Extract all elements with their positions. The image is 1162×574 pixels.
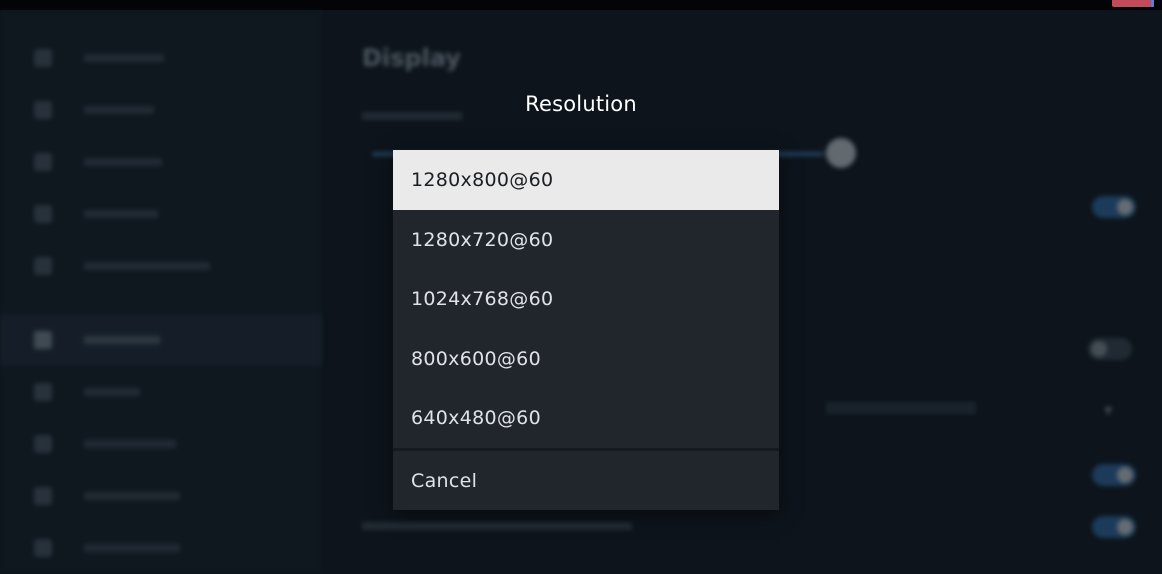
resolution-option[interactable]: 800x600@60 bbox=[393, 329, 779, 389]
setting-label-placeholder bbox=[362, 522, 632, 530]
sidebar-label-placeholder bbox=[84, 388, 140, 396]
toggle-switch bbox=[1092, 464, 1136, 486]
resolution-option-label: 640x480@60 bbox=[411, 407, 541, 429]
sidebar-label-placeholder bbox=[84, 492, 180, 500]
sidebar-icon bbox=[34, 435, 52, 453]
page-title: Display bbox=[362, 44, 461, 72]
sidebar-item bbox=[0, 366, 322, 418]
resolution-menu: 1280x800@60 1280x720@60 1024x768@60 800x… bbox=[393, 150, 779, 510]
sidebar-label-placeholder bbox=[84, 158, 162, 166]
sidebar-item bbox=[0, 188, 322, 240]
resolution-option[interactable]: 1024x768@60 bbox=[393, 269, 779, 329]
sidebar-icon bbox=[34, 257, 52, 275]
sidebar-label-placeholder bbox=[84, 336, 160, 344]
avatar bbox=[1112, 0, 1152, 7]
resolution-option-selected[interactable]: 1280x800@60 bbox=[393, 150, 779, 210]
sidebar-item-active bbox=[0, 314, 322, 366]
sidebar-item bbox=[0, 418, 322, 470]
dialog-title: Resolution bbox=[525, 92, 637, 116]
sidebar-label-placeholder bbox=[84, 210, 158, 218]
dropdown-value-placeholder bbox=[826, 402, 976, 414]
chevron-down-icon: ▼ bbox=[1104, 404, 1113, 417]
top-bar bbox=[0, 0, 1162, 10]
toggle-switch-off bbox=[1088, 338, 1132, 360]
sidebar-item bbox=[0, 32, 322, 84]
sidebar-item bbox=[0, 240, 322, 292]
cancel-label: Cancel bbox=[411, 469, 478, 492]
sidebar-icon bbox=[34, 49, 52, 67]
resolution-option-label: 800x600@60 bbox=[411, 348, 541, 370]
sidebar-item bbox=[0, 470, 322, 522]
sidebar-label-placeholder bbox=[84, 54, 164, 62]
toggle-switch bbox=[1092, 196, 1136, 218]
cancel-button[interactable]: Cancel bbox=[393, 451, 779, 510]
sidebar-icon bbox=[34, 487, 52, 505]
sidebar-label-placeholder bbox=[84, 544, 180, 552]
sidebar-icon bbox=[34, 205, 52, 223]
brightness-slider-thumb bbox=[826, 138, 856, 168]
sidebar-icon bbox=[34, 383, 52, 401]
sidebar-label-placeholder bbox=[84, 440, 176, 448]
display-icon bbox=[34, 331, 52, 349]
resolution-option-label: 1024x768@60 bbox=[411, 288, 554, 310]
resolution-option-label: 1280x720@60 bbox=[411, 229, 554, 251]
sidebar-item bbox=[0, 522, 322, 574]
resolution-option[interactable]: 640x480@60 bbox=[393, 388, 779, 448]
toggle-switch bbox=[1092, 516, 1136, 538]
sidebar-label-placeholder bbox=[84, 262, 210, 270]
resolution-option[interactable]: 1280x720@60 bbox=[393, 210, 779, 270]
sidebar-icon bbox=[34, 539, 52, 557]
avatar-edge bbox=[1151, 0, 1154, 7]
sidebar-item bbox=[0, 136, 322, 188]
sidebar-icon bbox=[34, 153, 52, 171]
resolution-option-label: 1280x800@60 bbox=[411, 169, 554, 191]
